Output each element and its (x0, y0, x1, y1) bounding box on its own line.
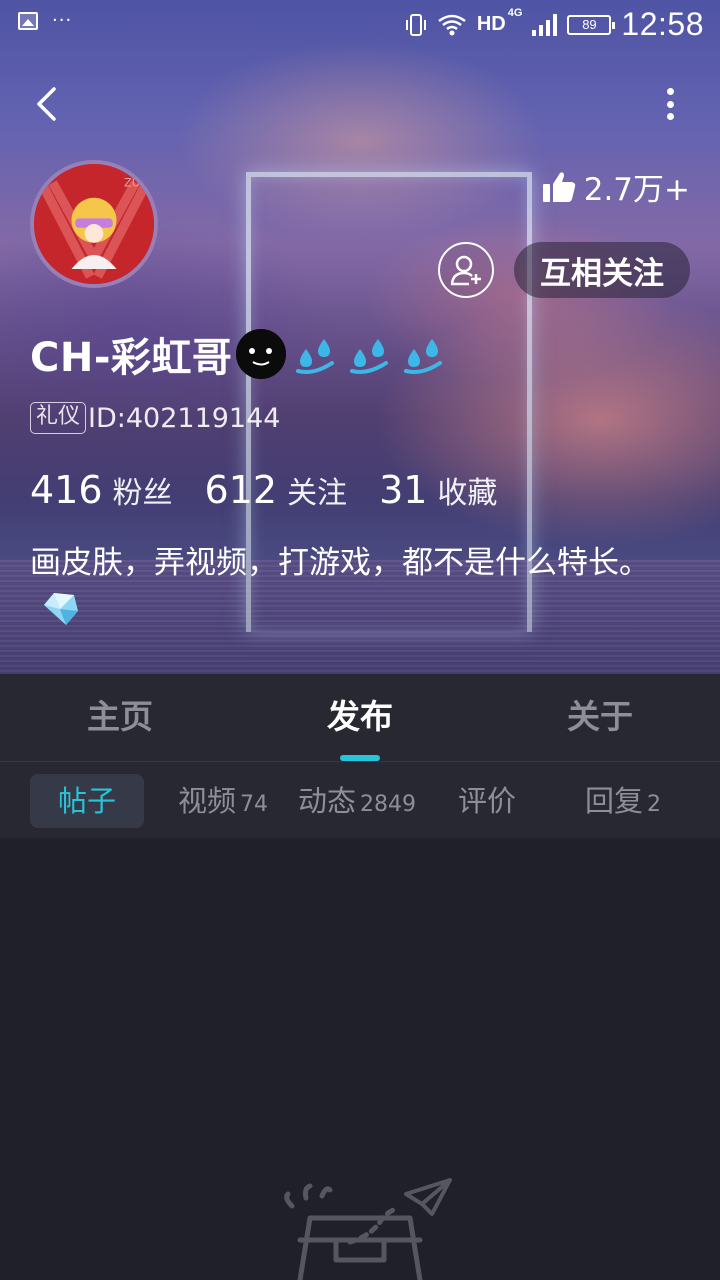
more-options-button[interactable] (660, 84, 680, 124)
subtab-label: 帖子 (57, 784, 116, 818)
more-notifications-icon: ··· (52, 10, 73, 31)
stat-number: 31 (379, 468, 428, 512)
profile-stats: 416 粉丝 612 关注 31 收藏 (30, 468, 529, 512)
subtab-count: 2849 (360, 792, 417, 817)
likes-count: 2.7万+ (583, 172, 690, 208)
subtab-label: 回复 (585, 784, 644, 818)
subtab-label: 动态 (298, 784, 357, 818)
subtab-videos[interactable]: 视频 74 (178, 774, 268, 828)
main-tabs: 主页 发布 关于 (0, 674, 720, 762)
empty-box-icon (284, 1178, 452, 1280)
sweat-drops (294, 333, 444, 375)
stat-following[interactable]: 612 关注 (205, 468, 348, 512)
avatar[interactable]: ZU (30, 160, 158, 288)
back-arrow-icon (37, 87, 56, 121)
diamond-icon (44, 593, 78, 625)
subtab-moments[interactable]: 动态 2849 (298, 774, 416, 828)
status-left: ··· (18, 12, 72, 30)
status-right: HD 4G 89 12:58 (405, 6, 704, 43)
stat-label: 收藏 (437, 476, 498, 511)
battery-icon: 89 (567, 14, 616, 35)
avatar-image: ZU (34, 164, 154, 284)
image-icon (18, 12, 38, 30)
status-bar: ··· HD 4G 89 12:58 (0, 0, 720, 50)
svg-text:ZU: ZU (124, 177, 140, 190)
username: CH-彩虹哥 (30, 335, 233, 381)
bio: 画皮肤，弄视频，打游戏，都不是什么特长。 (30, 540, 670, 632)
tab-home[interactable]: 主页 (0, 674, 240, 761)
thumbs-up-icon (542, 171, 575, 202)
subtab-posts[interactable]: 帖子 (30, 774, 144, 828)
username-row: CH-彩虹哥 (30, 326, 444, 382)
subtab-reviews[interactable]: 评价 (458, 774, 516, 828)
bio-text: 画皮肤，弄视频，打游戏，都不是什么特长。 (30, 545, 650, 581)
face-emoji-icon (236, 329, 287, 379)
stat-label: 关注 (287, 476, 348, 511)
stat-label: 粉丝 (112, 476, 173, 511)
posts-list-empty (0, 838, 720, 1280)
stat-fans[interactable]: 416 粉丝 (30, 468, 173, 512)
add-friend-icon (450, 255, 481, 286)
sweat-drops-icon (350, 339, 389, 374)
sweat-drops-icon (404, 339, 443, 374)
tab-posts-published[interactable]: 发布 (240, 674, 480, 761)
mutual-follow-button[interactable]: 互相关注 (514, 242, 690, 298)
subtab-label: 视频 (178, 784, 237, 818)
subtab-count: 74 (240, 792, 269, 817)
add-friend-button[interactable] (438, 242, 494, 298)
sweat-drops-icon (296, 339, 335, 374)
wifi-icon (437, 13, 467, 37)
stat-favorites[interactable]: 31 收藏 (379, 468, 497, 512)
paper-plane-icon (404, 1178, 452, 1216)
more-vertical-icon (666, 88, 674, 95)
subtab-replies[interactable]: 回复 2 (585, 774, 661, 828)
signal-icon (532, 13, 558, 36)
likes-counter: 2.7万+ (542, 164, 690, 209)
stat-number: 612 (204, 468, 278, 512)
title-badge: 礼仪 (30, 402, 87, 434)
user-id-row: 礼仪 ID:402119144 (30, 402, 280, 434)
status-time: 12:58 (621, 6, 704, 42)
network-type: HD 4G (476, 7, 523, 35)
subtab-label: 评价 (458, 784, 517, 818)
stat-number: 416 (30, 468, 103, 512)
subtab-count: 2 (647, 792, 662, 817)
user-id[interactable]: ID:402119144 (88, 403, 280, 434)
back-button[interactable] (24, 80, 68, 128)
sub-tabs: 帖子 视频 74 动态 2849 评价 回复 2 (0, 762, 720, 838)
vibrate-icon (405, 12, 427, 38)
tab-about[interactable]: 关于 (480, 674, 720, 761)
